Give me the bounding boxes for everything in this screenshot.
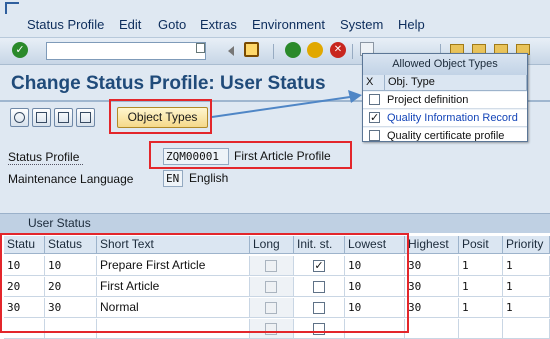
sap-logo-icon[interactable] bbox=[5, 2, 19, 14]
page-title: Change Status Profile: User Status bbox=[11, 73, 326, 94]
object-type-row[interactable]: Project definition bbox=[363, 92, 527, 109]
popup-title: Allowed Object Types bbox=[363, 54, 527, 75]
popup-column-obj-type[interactable]: Obj. Type bbox=[385, 75, 527, 91]
cell-priority[interactable]: 1 bbox=[503, 256, 550, 276]
delete-button[interactable] bbox=[54, 108, 73, 127]
back-icon[interactable] bbox=[285, 42, 301, 58]
cell-priority[interactable]: 1 bbox=[503, 277, 550, 297]
popup-column-x[interactable]: X bbox=[363, 75, 385, 91]
copy-icon bbox=[36, 112, 47, 123]
object-type-label: Project definition bbox=[387, 94, 469, 106]
object-types-highlight-box bbox=[109, 99, 212, 134]
enter-check-icon[interactable]: ✓ bbox=[12, 42, 28, 58]
column-header-highest[interactable]: Highest bbox=[405, 236, 459, 254]
column-header-posit[interactable]: Posit bbox=[459, 236, 503, 254]
user-status-section-title: User Status bbox=[28, 216, 91, 230]
collapse-toolbar-icon[interactable] bbox=[228, 46, 234, 56]
maintenance-language-text: English bbox=[189, 171, 229, 185]
object-type-label: Quality Information Record bbox=[387, 112, 518, 124]
object-type-row[interactable]: ✓ Quality Information Record bbox=[363, 110, 527, 127]
menu-help[interactable]: Help bbox=[398, 17, 425, 32]
cell-posit[interactable] bbox=[459, 319, 503, 339]
allowed-object-types-popup: Allowed Object Types X Obj. Type Project… bbox=[362, 53, 528, 142]
maintenance-language-field[interactable]: EN bbox=[163, 170, 183, 187]
cell-posit[interactable]: 1 bbox=[459, 277, 503, 297]
cell-highest[interactable] bbox=[405, 319, 459, 339]
cancel-icon[interactable]: ✕ bbox=[330, 42, 346, 58]
cell-highest[interactable]: 30 bbox=[405, 256, 459, 276]
object-type-checkbox[interactable] bbox=[369, 130, 380, 141]
exit-icon[interactable] bbox=[307, 42, 323, 58]
toolbar-separator bbox=[273, 44, 274, 59]
command-history-icon[interactable] bbox=[196, 43, 205, 53]
cell-highest[interactable]: 30 bbox=[405, 277, 459, 297]
command-field[interactable] bbox=[46, 42, 206, 60]
display-change-button[interactable] bbox=[10, 108, 29, 127]
column-header-priority[interactable]: Priority bbox=[503, 236, 550, 254]
edit-button[interactable] bbox=[76, 108, 95, 127]
cell-posit[interactable]: 1 bbox=[459, 298, 503, 318]
menu-goto[interactable]: Goto bbox=[158, 17, 186, 32]
menu-edit[interactable]: Edit bbox=[119, 17, 141, 32]
object-type-checkbox[interactable]: ✓ bbox=[369, 112, 380, 124]
trash-icon bbox=[58, 112, 69, 123]
save-icon[interactable] bbox=[244, 42, 259, 57]
menu-system[interactable]: System bbox=[340, 17, 383, 32]
menu-bar: Status Profile Edit Goto Extras Environm… bbox=[0, 0, 550, 36]
object-type-row[interactable]: Quality certificate profile bbox=[363, 128, 527, 142]
status-profile-highlight-box bbox=[149, 141, 352, 169]
copy-button[interactable] bbox=[32, 108, 51, 127]
cell-posit[interactable]: 1 bbox=[459, 256, 503, 276]
toolbar-separator bbox=[352, 44, 353, 59]
object-type-label: Quality certificate profile bbox=[387, 130, 505, 142]
magnifier-icon bbox=[14, 112, 25, 123]
status-profile-label: Status Profile bbox=[8, 150, 84, 165]
menu-extras[interactable]: Extras bbox=[200, 17, 237, 32]
cell-priority[interactable]: 1 bbox=[503, 298, 550, 318]
cell-highest[interactable]: 30 bbox=[405, 298, 459, 318]
pencil-icon bbox=[80, 112, 91, 123]
cell-priority[interactable] bbox=[503, 319, 550, 339]
object-type-checkbox[interactable] bbox=[369, 94, 380, 105]
maintenance-language-label: Maintenance Language bbox=[8, 172, 134, 186]
menu-environment[interactable]: Environment bbox=[252, 17, 325, 32]
table-highlight-box bbox=[0, 233, 409, 333]
menu-status-profile[interactable]: Status Profile bbox=[27, 17, 104, 32]
